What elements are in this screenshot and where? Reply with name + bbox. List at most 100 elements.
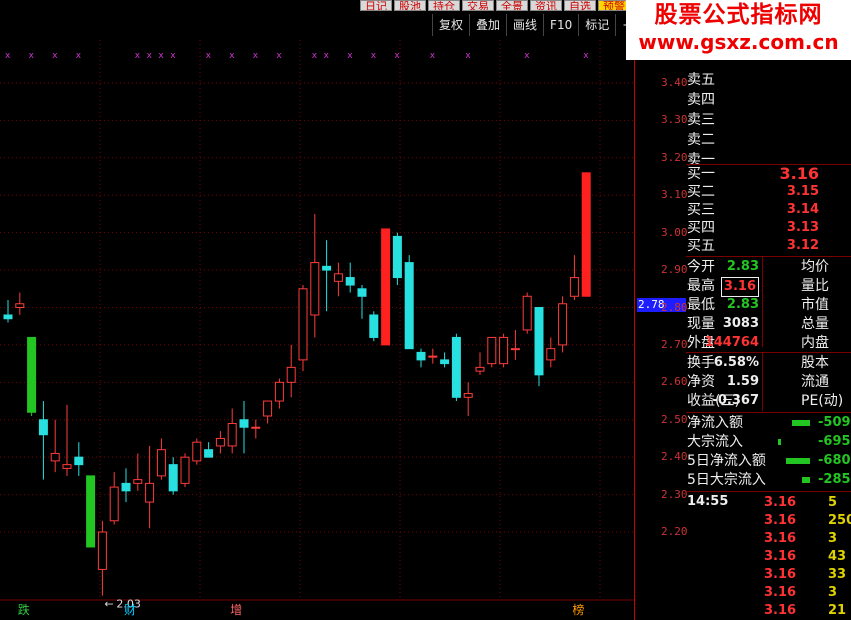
tick-row: 3.16 43	[686, 548, 851, 566]
quote2-value: -0.367	[712, 393, 759, 408]
candlestick-chart[interactable]: ← 2.03 x x x x x x x x x x x x x x x x x x x x x 跌财增榜	[0, 40, 634, 620]
y-tick-label: 2.80	[661, 300, 688, 314]
candle-body	[381, 228, 391, 346]
menu-tab-4[interactable]: 全景	[496, 0, 528, 11]
flow-label: 5日净流入额	[687, 453, 766, 469]
bottom-tag: 增	[230, 603, 242, 617]
candle-body	[463, 393, 473, 398]
candle-body	[581, 172, 591, 297]
watermark-title: 股票公式指标网	[654, 2, 823, 28]
tick-row: 3.16 5	[686, 494, 851, 512]
flow-bar	[786, 458, 810, 464]
signal-mark: x	[347, 51, 353, 61]
candle-body	[239, 419, 249, 428]
quote-label: 现量	[687, 316, 715, 332]
buy-row: 买四 3.13	[686, 219, 851, 237]
buy-row: 买三 3.14	[686, 201, 851, 219]
candle-body	[475, 366, 485, 372]
quote2-label-secondary: PE(动)	[801, 393, 844, 409]
candle-body	[168, 464, 178, 492]
quote2-label-secondary: 股本	[801, 355, 829, 371]
menu-tab-3[interactable]: 交易	[462, 0, 494, 11]
candle-body	[416, 351, 426, 361]
candle-body	[38, 419, 48, 436]
candle-body	[15, 303, 25, 308]
tick-price: 3.16	[764, 603, 797, 618]
buy-price: 3.15	[786, 184, 819, 199]
buy-label: 买二	[687, 184, 715, 200]
watermark-url: www.gsxz.com.cn	[638, 30, 839, 54]
buy-row: 买一 3.16	[686, 165, 851, 183]
signal-mark: x	[135, 51, 141, 61]
draw-lines-button[interactable]: 画线	[506, 14, 543, 36]
bottom-tag: 榜	[572, 602, 584, 617]
buy-price: 3.12	[786, 238, 819, 253]
restore-rights-button[interactable]: 复权	[432, 14, 469, 36]
signal-mark: x	[147, 51, 153, 61]
quote2-divider	[686, 352, 851, 353]
y-tick-label: 2.70	[661, 337, 688, 351]
f10-button[interactable]: F10	[543, 14, 578, 36]
y-tick-label: 2.30	[661, 487, 688, 501]
quote-label-secondary: 均价	[801, 259, 829, 275]
candle-body	[74, 456, 84, 466]
tick-row: 3.16 3	[686, 530, 851, 548]
candle-body	[310, 262, 320, 316]
quote-label: 最高	[687, 278, 715, 294]
signal-mark: x	[29, 51, 35, 61]
sell-label: 卖五	[687, 72, 715, 88]
candle-body	[404, 262, 414, 350]
candle-body	[510, 348, 520, 351]
flow-row: 净流入额 -5094	[686, 414, 851, 432]
sell-label: 卖四	[687, 92, 715, 108]
candle-body	[369, 314, 379, 338]
tick-qty: 43	[828, 549, 847, 564]
flow-row: 5日大宗流入 -285	[686, 471, 851, 489]
candle-body	[109, 486, 119, 522]
quote2-row: 换手 6.58% 股本	[686, 354, 851, 372]
top-menu: 日记 股池 持仓 交易 全景 资讯 自选 预警	[360, 0, 632, 11]
chart-canvas[interactable]: ← 2.03x x x x x x x x x x x x x x x x x x x x x跌财增榜	[0, 40, 634, 620]
quote-label: 今开	[687, 259, 715, 275]
candle-body	[487, 336, 497, 365]
candle-body	[50, 452, 60, 462]
menu-tab-5[interactable]: 资讯	[530, 0, 562, 11]
overlay-button[interactable]: 叠加	[469, 14, 506, 36]
menu-tab-2[interactable]: 持仓	[428, 0, 460, 11]
ticks-divider	[686, 491, 851, 492]
y-tick-label: 2.50	[661, 412, 688, 426]
candle-body	[534, 307, 544, 376]
flow-row: 5日净流入额 -6806	[686, 452, 851, 470]
candle-body	[263, 400, 273, 417]
y-tick-label: 3.00	[661, 225, 688, 239]
menu-tab-6[interactable]: 自选	[564, 0, 596, 11]
menu-tab-1[interactable]: 股池	[394, 0, 426, 11]
quote2-label-secondary: 流通	[801, 374, 829, 390]
buy-label: 买四	[687, 220, 715, 236]
quote-value: 3083	[722, 316, 759, 331]
tick-price: 3.16	[764, 531, 797, 546]
signal-mark: x	[371, 51, 377, 61]
chart-toolbar: 复权 叠加 画线 F10 标记 +	[432, 14, 638, 36]
mark-button[interactable]: 标记	[578, 14, 615, 36]
buy-price: 3.13	[786, 220, 819, 235]
y-tick-label: 3.40	[661, 76, 688, 89]
sell-label: 卖二	[687, 132, 715, 148]
candle-body	[274, 381, 284, 402]
buy-price: 3.16	[779, 164, 819, 183]
candle-body	[215, 437, 225, 447]
signal-mark: x	[583, 51, 589, 61]
candle-body	[156, 449, 166, 477]
menu-tab-0[interactable]: 日记	[360, 0, 392, 11]
candle-body	[86, 475, 96, 548]
candle-body	[204, 449, 214, 458]
price-axis: 2.78 3.40 3.30 3.20 3.10 3.00 2.90 2.80 2.70 2.6…	[634, 40, 688, 620]
buy-label: 买五	[687, 238, 715, 254]
tick-price: 3.16	[764, 567, 797, 582]
y-tick-label: 2.40	[661, 450, 688, 464]
sell-row: 卖五	[686, 71, 851, 89]
signal-mark: x	[76, 51, 82, 61]
signal-mark: x	[229, 51, 235, 61]
flow-bar	[778, 439, 781, 445]
quote2-value: 6.58%	[713, 355, 759, 370]
